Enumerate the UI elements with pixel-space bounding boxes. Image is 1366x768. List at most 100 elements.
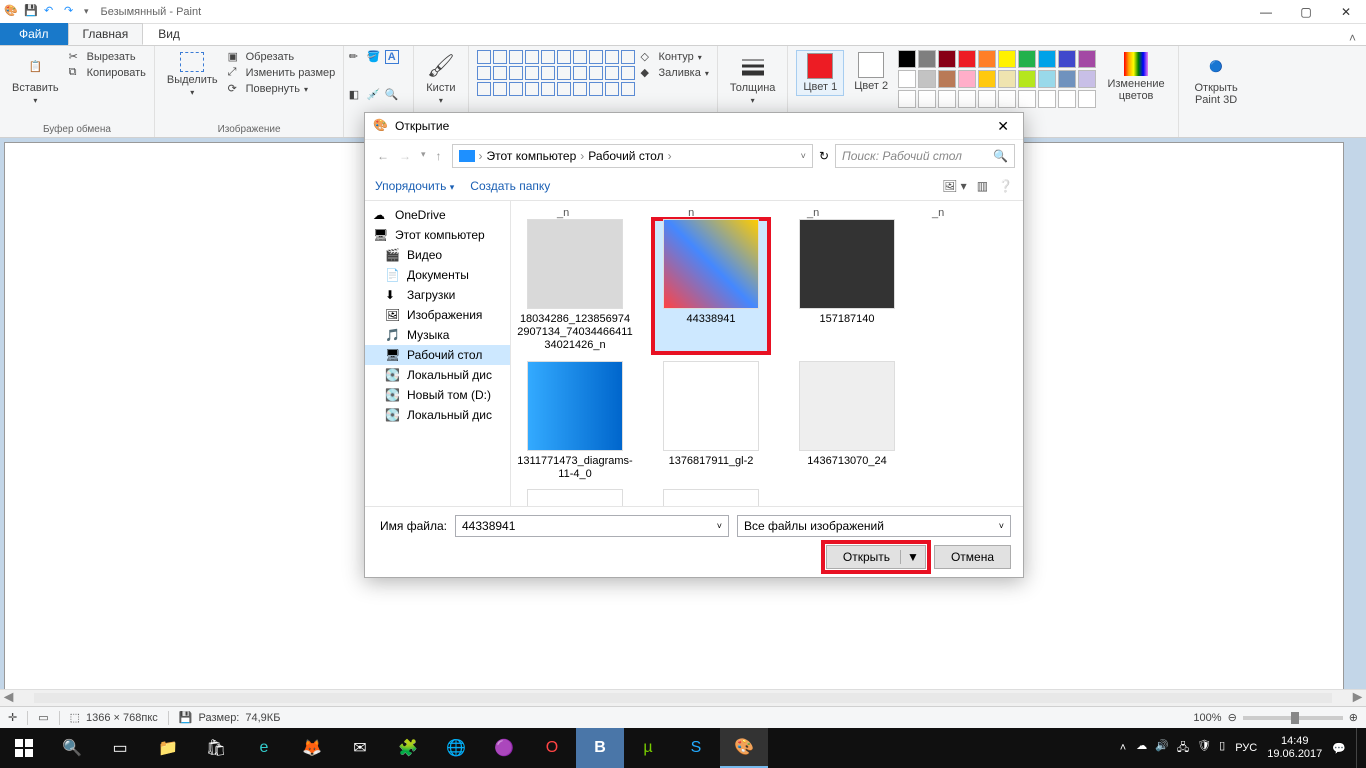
tree-item[interactable]: 💽Локальный дис <box>365 365 510 385</box>
open-paint3d-button[interactable]: 🔵 Открыть Paint 3D <box>1187 50 1245 108</box>
file-item[interactable]: 1311771473_diagrams-11-4_0 <box>517 361 633 481</box>
close-button[interactable]: ✕ <box>1326 0 1366 24</box>
taskbar-mail[interactable]: ✉ <box>336 728 384 768</box>
color-swatch[interactable] <box>1038 70 1056 88</box>
resize-button[interactable]: ⤢Изменить размер <box>228 66 336 80</box>
defender-icon[interactable]: 🛡 <box>1197 739 1211 758</box>
tree-item[interactable]: 🖥Этот компьютер <box>365 225 510 245</box>
taskbar-app1[interactable]: 🧩 <box>384 728 432 768</box>
tree-item[interactable]: 🎵Музыка <box>365 325 510 345</box>
battery-icon[interactable]: ▯ <box>1219 739 1225 758</box>
file-item[interactable]: amazon-ebay-aliexpress-alibaba <box>517 489 633 506</box>
search-button[interactable]: 🔍 <box>48 728 96 768</box>
select-button[interactable]: Выделить ▾ <box>163 50 222 99</box>
organize-button[interactable]: Упорядочить ▾ <box>375 179 454 193</box>
taskbar-utorrent[interactable]: µ <box>624 728 672 768</box>
nav-up-button[interactable]: ↑ <box>432 149 446 163</box>
color-swatch[interactable] <box>978 70 996 88</box>
tab-file[interactable]: Файл <box>0 23 68 45</box>
taskbar-edge[interactable]: e <box>240 728 288 768</box>
shape-outline-button[interactable]: ◇Контур ▾ <box>641 50 709 64</box>
color-swatch[interactable] <box>1018 70 1036 88</box>
color-swatch[interactable] <box>1078 50 1096 68</box>
tree-item[interactable]: ☁OneDrive <box>365 205 510 225</box>
color-swatch[interactable] <box>998 90 1016 108</box>
crop-button[interactable]: ▣Обрезать <box>228 50 336 64</box>
tree-item[interactable]: 📄Документы <box>365 265 510 285</box>
taskbar-store[interactable]: 🛍 <box>192 728 240 768</box>
color-swatch[interactable] <box>978 90 996 108</box>
dialog-close-button[interactable]: ✕ <box>991 118 1015 135</box>
preview-pane-button[interactable]: ▥ <box>977 179 988 193</box>
nav-tree[interactable]: ☁OneDrive🖥Этот компьютер🎬Видео📄Документы… <box>365 201 511 506</box>
file-item[interactable]: 1436713070_24 <box>789 361 905 481</box>
color-swatch[interactable] <box>1038 50 1056 68</box>
language-indicator[interactable]: РУС <box>1235 742 1257 754</box>
zoom-out-button[interactable]: ⊖ <box>1228 711 1237 724</box>
thickness-button[interactable]: Толщина ▾ <box>726 50 780 107</box>
tree-item[interactable]: 💽Локальный дис <box>365 405 510 425</box>
color-swatch[interactable] <box>998 50 1016 68</box>
color-swatch[interactable] <box>918 50 936 68</box>
tree-item[interactable]: 🖼Изображения <box>365 305 510 325</box>
view-mode-button[interactable]: 🖼 ▾ <box>942 179 967 193</box>
show-desktop-button[interactable] <box>1356 728 1362 768</box>
color-swatch[interactable] <box>1058 50 1076 68</box>
maximize-button[interactable]: ▢ <box>1286 0 1326 24</box>
clock[interactable]: 14:49 19.06.2017 <box>1267 735 1322 761</box>
taskbar-skype[interactable]: S <box>672 728 720 768</box>
cancel-button[interactable]: Отмена <box>934 545 1011 569</box>
fill-icon[interactable]: 🪣 <box>367 50 381 64</box>
ribbon-collapse-icon[interactable]: ˄ <box>1339 31 1366 45</box>
magnifier-icon[interactable]: 🔍 <box>385 88 399 102</box>
color-swatch[interactable] <box>998 70 1016 88</box>
new-folder-button[interactable]: Создать папку <box>470 179 550 193</box>
onedrive-icon[interactable]: ☁ <box>1136 739 1147 758</box>
filetype-filter[interactable]: Все файлы изображений˅ <box>737 515 1011 537</box>
color-swatch[interactable] <box>958 90 976 108</box>
color-swatch[interactable] <box>958 70 976 88</box>
file-list[interactable]: _n _n _n _n 18034286_1238569742907134_74… <box>511 201 1023 506</box>
tree-item[interactable]: 🖥Рабочий стол <box>365 345 510 365</box>
color-swatch[interactable] <box>898 70 916 88</box>
color-swatch[interactable] <box>1058 90 1076 108</box>
edit-colors-button[interactable]: Изменение цветов <box>1102 50 1170 104</box>
color-swatch[interactable] <box>918 90 936 108</box>
nav-back-button[interactable]: ← <box>373 149 393 163</box>
tray-expand-icon[interactable]: ˄ <box>1120 742 1126 754</box>
picker-icon[interactable]: 💉 <box>367 88 381 102</box>
color-swatch[interactable] <box>898 90 916 108</box>
shape-fill-button[interactable]: ◆Заливка ▾ <box>641 66 709 80</box>
volume-icon[interactable]: 🔊 <box>1155 739 1169 758</box>
help-button[interactable]: ❔ <box>998 179 1013 193</box>
color-swatch[interactable] <box>898 50 916 68</box>
horizontal-scrollbar[interactable]: ◄► <box>0 689 1366 706</box>
color-swatch[interactable] <box>1038 90 1056 108</box>
zoom-in-button[interactable]: ⊕ <box>1349 711 1358 724</box>
color-swatch[interactable] <box>978 50 996 68</box>
tab-view[interactable]: Вид <box>143 23 195 45</box>
open-button[interactable]: Открыть▼ <box>826 545 926 569</box>
color-swatch[interactable] <box>1018 90 1036 108</box>
file-item[interactable]: bl <box>653 489 769 506</box>
nav-forward-button[interactable]: → <box>395 149 415 163</box>
tab-home[interactable]: Главная <box>68 23 144 45</box>
nav-history-icon[interactable]: ▾ <box>417 149 430 163</box>
eraser-icon[interactable]: ◧ <box>349 88 363 102</box>
color-swatch[interactable] <box>1058 70 1076 88</box>
taskbar-explorer[interactable]: 📁 <box>144 728 192 768</box>
network-icon[interactable]: 🖧 <box>1177 739 1189 758</box>
brushes-button[interactable]: 🖌 Кисти ▾ <box>422 50 459 107</box>
color-swatch[interactable] <box>1078 90 1096 108</box>
zoom-slider[interactable] <box>1243 716 1343 720</box>
taskbar-chrome[interactable]: 🌐 <box>432 728 480 768</box>
color-swatch[interactable] <box>1018 50 1036 68</box>
color1-button[interactable]: Цвет 1 <box>796 50 844 96</box>
save-icon[interactable]: 💾 <box>24 4 40 20</box>
text-icon[interactable]: A <box>385 50 399 64</box>
task-view-button[interactable]: ▭ <box>96 728 144 768</box>
file-item[interactable]: 44338941 <box>653 219 769 353</box>
filename-input[interactable]: 44338941˅ <box>455 515 729 537</box>
taskbar-vk[interactable]: B <box>576 728 624 768</box>
taskbar-opera[interactable]: O <box>528 728 576 768</box>
